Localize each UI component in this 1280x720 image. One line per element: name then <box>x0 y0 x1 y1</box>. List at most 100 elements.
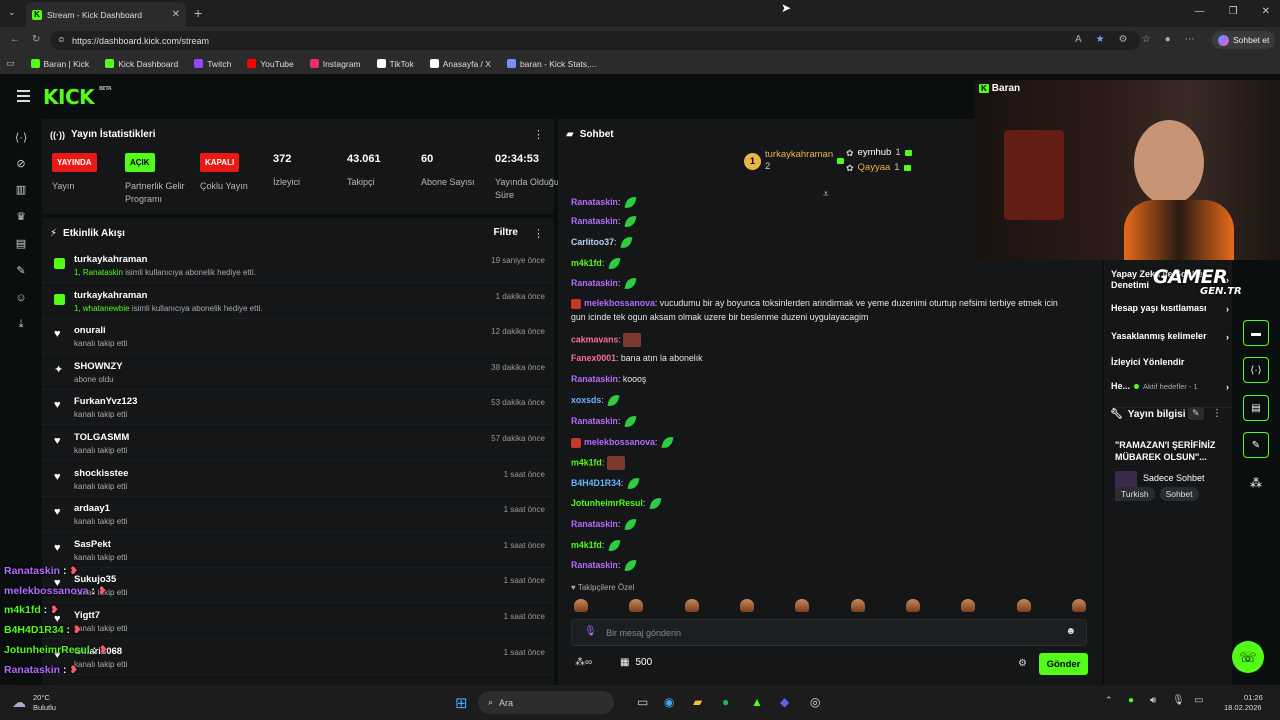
activity-username[interactable]: turkaykahraman <box>74 254 147 265</box>
activity-row[interactable]: turkaykahraman 1, Ranataskin isimli kulla… <box>42 248 554 283</box>
chat-username[interactable]: melekbossanova <box>584 298 655 308</box>
activity-username[interactable]: FurkanYvz123 <box>74 396 137 407</box>
chat-username[interactable]: Ranataskin <box>571 374 618 384</box>
activity-username[interactable]: Yigtt7 <box>74 610 100 621</box>
chat-settings-icon[interactable]: ⚙ <box>1018 658 1027 669</box>
send-button[interactable]: Gönder <box>1039 653 1088 675</box>
activity-username[interactable]: shockisstee <box>74 468 128 479</box>
rewards-icon[interactable]: ⁂∞ <box>575 657 592 668</box>
mic-tray-icon[interactable]: 🎙︎ <box>1172 695 1185 706</box>
maximize-icon[interactable]: ❐ <box>1229 6 1238 17</box>
tray-app-icon[interactable]: ● <box>1128 695 1134 706</box>
layout-icon[interactable]: ▤ <box>15 238 27 250</box>
tray-chevron-icon[interactable]: ⌃ <box>1105 695 1113 706</box>
stream-info-menu-icon[interactable]: ⋮ <box>1212 408 1222 419</box>
close-tab-icon[interactable]: ✕ <box>172 9 180 20</box>
menu-icon[interactable] <box>17 90 30 105</box>
chat-username[interactable]: Ranataskin <box>571 216 618 226</box>
activity-row[interactable]: ♥ SasPekt kanalı takip etti 1 saat önce <box>42 533 554 568</box>
emote-button[interactable] <box>961 599 976 612</box>
activity-row[interactable]: ✦ SHOWNZY abone oldu 38 dakika önce <box>42 355 554 390</box>
obs-icon[interactable]: ◎ <box>810 695 820 709</box>
support-button[interactable]: ☏ <box>1232 641 1264 673</box>
chat-username[interactable]: Carlitoo37 <box>571 237 614 247</box>
taskbar-search[interactable]: ⌕ Ara <box>478 691 614 714</box>
scroll-down-icon[interactable]: ⩡ <box>823 189 829 200</box>
spotify-icon[interactable]: ● <box>722 695 729 709</box>
chat-username[interactable]: cakmavans <box>571 334 618 344</box>
activity-username[interactable]: turkaykahraman <box>74 290 147 301</box>
browser-tab[interactable]: K Stream - Kick Dashboard ✕ <box>26 2 186 27</box>
discord-icon[interactable]: ◆ <box>780 695 789 709</box>
bookmark-item[interactable]: Baran | Kick <box>25 59 96 69</box>
activity-row[interactable]: ♥ Gillaris068 kanalı takip etti 1 saat önce <box>42 640 554 675</box>
task-view-icon[interactable]: ▭ <box>637 695 648 709</box>
tag-chip[interactable]: Sohbet <box>1159 487 1199 501</box>
chat-setting-item[interactable]: Yasaklanmış kelimeler › <box>1111 331 1229 342</box>
reading-list-icon[interactable]: ▭ <box>6 58 15 69</box>
file-explorer-icon[interactable]: ▰ <box>693 695 702 709</box>
activity-row[interactable]: ♥ TOLGASMM kanalı takip etti 57 dakika önce <box>42 426 554 461</box>
chat-username[interactable]: m4k1fd <box>571 540 602 550</box>
more-menu-icon[interactable]: ⋯ <box>1185 34 1195 45</box>
chat-setting-item[interactable]: Hesap yaşı kısıtlaması › <box>1111 303 1229 314</box>
bookmark-item[interactable]: Twitch <box>188 59 237 69</box>
emote-button[interactable] <box>629 599 644 612</box>
tools-toggle-icon[interactable]: ✎ <box>1243 432 1269 458</box>
activity-menu-icon[interactable]: ⋮ <box>533 227 544 240</box>
extensions-icon[interactable]: ⚙ <box>1119 34 1128 45</box>
activity-username[interactable]: TOLGASMM <box>74 432 129 443</box>
chat-username[interactable]: Ranataskin <box>571 197 618 207</box>
network-icon[interactable]: ▭ <box>1194 695 1203 706</box>
broadcast-toggle-icon[interactable]: ⟨·⟩ <box>1243 357 1269 383</box>
emote-button[interactable] <box>684 599 699 612</box>
chat-username[interactable]: Ranataskin <box>571 560 618 570</box>
analytics-icon[interactable]: ▥ <box>15 184 27 196</box>
site-info-icon[interactable]: ⊜ <box>58 35 65 44</box>
activity-username[interactable]: ardaay1 <box>74 503 110 514</box>
category-name[interactable]: Sadece Sohbet <box>1143 473 1205 483</box>
address-bar[interactable]: ⊜ https://dashboard.kick.com/stream <box>50 31 1140 50</box>
collections-icon[interactable]: ☆ <box>1142 34 1151 45</box>
edge-icon[interactable]: ◉ <box>664 695 674 709</box>
activity-row[interactable]: ♥ shockisstee kanalı takip etti 1 saat önce <box>42 462 554 497</box>
activity-row[interactable]: ♥ Sukujo35 kanalı takip etti 1 saat önce <box>42 568 554 604</box>
activity-username[interactable]: SasPekt <box>74 539 111 550</box>
bookmark-item[interactable]: YouTube <box>241 59 299 69</box>
chat-username[interactable]: m4k1fd <box>571 457 602 467</box>
back-icon[interactable]: ← <box>10 34 20 45</box>
chat-setting-item[interactable]: İzleyici Yönlendir <box>1111 357 1229 368</box>
emote-button[interactable] <box>795 599 810 612</box>
bookmark-item[interactable]: Anasayfa / X <box>424 59 497 69</box>
start-icon[interactable]: ⊞ <box>455 694 468 712</box>
minimize-icon[interactable]: — <box>1195 6 1205 17</box>
new-tab-icon[interactable]: + <box>194 5 202 21</box>
filter-button[interactable]: Filtre <box>494 227 518 238</box>
emote-button[interactable] <box>1071 599 1086 612</box>
edit-icon[interactable]: ✎ <box>1188 407 1204 420</box>
emote-button[interactable] <box>905 599 920 612</box>
chat-username[interactable]: m4k1fd <box>571 258 602 268</box>
layout-toggle-icon[interactable]: ▤ <box>1243 395 1269 421</box>
clock-date[interactable]: 18.02.2026 <box>1224 703 1262 712</box>
share-icon[interactable]: ⁂ <box>1250 476 1262 490</box>
download-icon[interactable]: ⤓ <box>15 318 27 330</box>
chat-username[interactable]: Ranataskin <box>571 278 618 288</box>
volume-icon[interactable]: 🔊︎ <box>1150 695 1156 706</box>
chat-input[interactable]: 🎙︎ Bir mesaj gönderin ☻ <box>571 619 1087 646</box>
bookmark-item[interactable]: Instagram <box>304 59 367 69</box>
activity-row[interactable]: turkaykahraman 1, whatanewbie isimli kull… <box>42 284 554 319</box>
emote-button[interactable] <box>574 599 588 612</box>
bookmark-item[interactable]: Kick Dashboard <box>99 59 184 69</box>
channel-points[interactable]: ▦ 500 <box>620 657 652 668</box>
chat-username[interactable]: JotunheimrResul <box>571 498 643 508</box>
leaderboard-entry[interactable]: ✿ eymhub 1 <box>846 147 912 159</box>
emoji-icon[interactable]: ☻ <box>1065 626 1076 637</box>
chat-setting-item[interactable]: He... Aktif hedefler - 1 › <box>1111 381 1229 392</box>
activity-username[interactable]: Sukujo35 <box>74 574 116 585</box>
chat-username[interactable]: melekbossanova <box>584 437 655 447</box>
activity-row[interactable]: ♥ ardaay1 kanalı takip etti 1 saat önce <box>42 497 554 533</box>
community-icon[interactable]: ☺ <box>15 292 27 304</box>
emote-button[interactable] <box>739 599 754 612</box>
read-aloud-icon[interactable]: A <box>1075 34 1082 45</box>
